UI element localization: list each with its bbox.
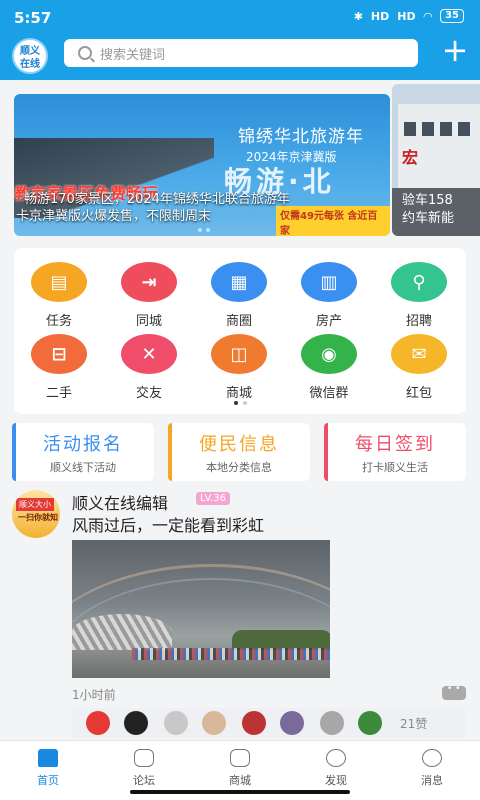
logo-line-2: 在线 <box>20 59 40 70</box>
wechat-icon: ◉ <box>301 334 357 374</box>
signal-icon-1: HD <box>370 9 390 23</box>
local-info-card[interactable]: 便民信息 本地分类信息 <box>168 423 310 481</box>
menu-item-red-envelope[interactable]: ✉ 红包 <box>374 324 464 402</box>
tab-forum[interactable]: 论坛 <box>96 749 192 788</box>
shopping-bag-icon <box>230 749 250 767</box>
banner-side-sign: 宏 <box>402 148 419 167</box>
liker-avatar[interactable] <box>86 711 110 735</box>
bluetooth-icon: ✱ <box>353 9 363 23</box>
post-photo[interactable] <box>72 540 330 678</box>
card-subtitle: 本地分类信息 <box>206 461 272 474</box>
logo-line-1: 顺义 <box>20 46 40 57</box>
post-author[interactable]: 顺义在线编辑 <box>72 490 168 514</box>
daily-checkin-card[interactable]: 每日签到 打卡顺义生活 <box>324 423 466 481</box>
compass-icon <box>326 749 346 767</box>
menu-item-secondhand[interactable]: ⊟ 二手 <box>14 324 104 402</box>
home-indicator <box>130 790 350 794</box>
forum-icon <box>134 749 154 767</box>
menu-item-business[interactable]: ▦ 商圈 <box>194 252 284 330</box>
banner-next-slide[interactable]: 宏 验车158 约车新能 <box>392 84 480 236</box>
clipboard-icon: ▤ <box>31 262 87 302</box>
likes-bar[interactable]: 21赞 <box>72 708 466 738</box>
status-icons: ✱ HD HD ◠ 35 <box>354 9 464 23</box>
liker-avatar[interactable] <box>124 711 148 735</box>
liker-avatar[interactable] <box>202 711 226 735</box>
tab-messages[interactable]: 消息 <box>384 749 480 788</box>
menu-item-jobs[interactable]: ⚲ 招聘 <box>374 252 464 330</box>
menu-item-local[interactable]: ⇥ 同城 <box>104 252 194 330</box>
liker-avatar[interactable] <box>320 711 344 735</box>
tab-mall[interactable]: 商城 <box>192 749 288 788</box>
home-icon <box>38 749 58 767</box>
app-logo[interactable]: 顺义 在线 <box>12 38 48 74</box>
red-envelope-icon: ✉ <box>391 334 447 374</box>
menu-item-mall[interactable]: ◫ 商城 <box>194 324 284 402</box>
status-bar: 5:57 ✱ HD HD ◠ 35 <box>0 0 480 34</box>
basket-icon: ⊟ <box>31 334 87 374</box>
banner-line-2: 卡京津冀版火爆发售，不限制周末 <box>16 209 212 224</box>
building-icon: ▥ <box>301 262 357 302</box>
menu-item-wechat-groups[interactable]: ◉ 微信群 <box>284 324 374 402</box>
card-subtitle: 打卡顺义生活 <box>362 461 428 474</box>
menu-item-task[interactable]: ▤ 任务 <box>14 252 104 330</box>
banner-title: 锦绣华北旅游年 <box>238 127 364 147</box>
store-icon: ▦ <box>211 262 267 302</box>
tab-home[interactable]: 首页 <box>0 749 96 788</box>
shopping-bag-icon: ◫ <box>211 334 267 374</box>
card-title: 每日签到 <box>355 434 435 455</box>
avatar[interactable]: 顺义大小 一扫你就知 <box>12 490 60 538</box>
comment-icon[interactable] <box>442 684 466 700</box>
liker-avatar[interactable] <box>164 711 188 735</box>
post-time: 1小时前 <box>72 688 116 702</box>
battery-icon: 35 <box>440 9 464 23</box>
level-badge: LV.36 <box>196 492 230 505</box>
status-time: 5:57 <box>14 9 52 27</box>
search-input[interactable]: 搜索关键词 <box>64 39 418 67</box>
friends-icon: ✕ <box>121 334 177 374</box>
app-header: 5:57 ✱ HD HD ◠ 35 顺义 在线 搜索关键词 + <box>0 0 480 80</box>
liker-avatar[interactable] <box>242 711 266 735</box>
card-title: 活动报名 <box>43 434 123 455</box>
banner-promo: 仅需49元每张 含近百家 <box>276 206 390 236</box>
signpost-icon: ⇥ <box>121 262 177 302</box>
message-icon <box>422 749 442 767</box>
tab-discover[interactable]: 发现 <box>288 749 384 788</box>
wifi-icon: ◠ <box>423 9 433 23</box>
add-post-button[interactable]: + <box>440 34 470 66</box>
menu-pager <box>234 401 247 405</box>
recruit-icon: ⚲ <box>391 262 447 302</box>
banner-carousel[interactable]: 锦绣华北旅游年 2024年京津冀版 畅游·北 教京家景区免费畅玩 畅游170家景… <box>14 94 390 236</box>
banner-side-caption: 验车158 约车新能 <box>392 188 480 236</box>
post-text[interactable]: 风雨过后，一定能看到彩虹 <box>72 512 264 536</box>
menu-grid: ▤ 任务 ⇥ 同城 ▦ 商圈 ▥ 房产 ⚲ 招聘 ⊟ 二手 ✕ 交友 ◫ 商城 … <box>14 248 466 414</box>
menu-item-realestate[interactable]: ▥ 房产 <box>284 252 374 330</box>
event-signup-card[interactable]: 活动报名 顺义线下活动 <box>12 423 154 481</box>
liker-avatar[interactable] <box>358 711 382 735</box>
card-title: 便民信息 <box>199 434 279 455</box>
menu-item-friends[interactable]: ✕ 交友 <box>104 324 194 402</box>
like-count: 21赞 <box>400 717 428 731</box>
liker-avatar[interactable] <box>280 711 304 735</box>
card-subtitle: 顺义线下活动 <box>50 461 116 474</box>
banner-pager <box>198 228 210 232</box>
signal-icon-2: HD <box>397 9 416 23</box>
search-icon <box>78 46 92 60</box>
search-placeholder: 搜索关键词 <box>100 47 166 63</box>
